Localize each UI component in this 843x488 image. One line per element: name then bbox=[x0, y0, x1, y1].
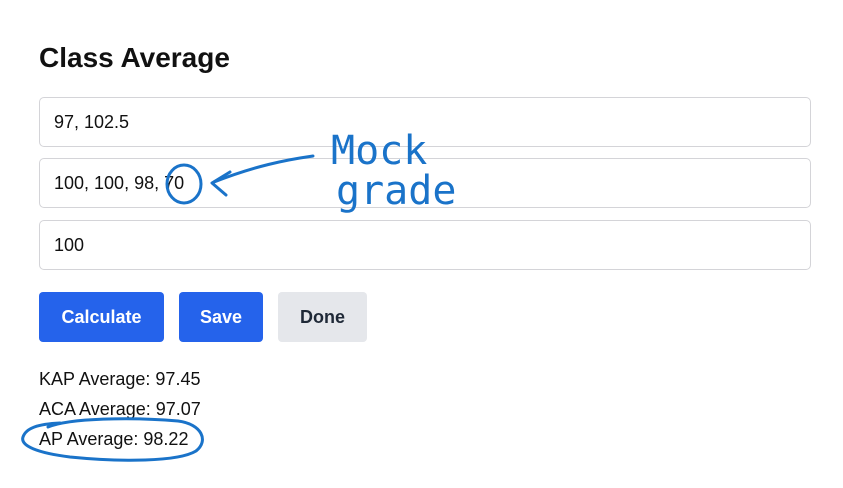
calculate-button[interactable]: Calculate bbox=[39, 292, 164, 342]
grades-input-1[interactable] bbox=[39, 97, 811, 147]
ap-average-result: AP Average: 98.22 bbox=[39, 429, 189, 449]
save-button[interactable]: Save bbox=[179, 292, 263, 342]
grades-input-3[interactable] bbox=[39, 220, 811, 270]
aca-average-result: ACA Average: 97.07 bbox=[39, 399, 201, 419]
class-average-page: Class Average Calculate Save Done KAP Av… bbox=[0, 0, 843, 488]
grades-input-2[interactable] bbox=[39, 158, 811, 208]
page-title: Class Average bbox=[39, 42, 230, 73]
done-button[interactable]: Done bbox=[278, 292, 367, 342]
kap-average-result: KAP Average: 97.45 bbox=[39, 369, 201, 389]
